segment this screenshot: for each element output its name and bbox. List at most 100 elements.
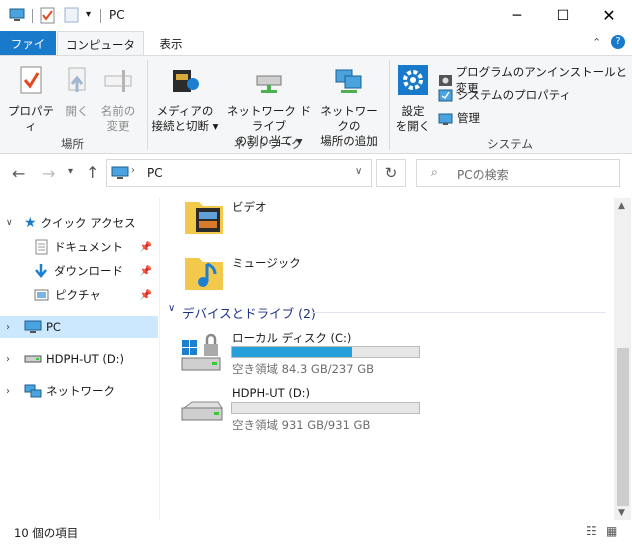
search-icon: ⌕ [431,165,438,179]
properties-icon [20,66,42,94]
map-drive-label-1: ネットワーク ドライブ [226,104,312,133]
drive-usage-fill-c [232,347,353,357]
drive-usage-bar-c [231,346,420,358]
minimize-button[interactable]: ─ [494,0,540,31]
network-location-icon [335,69,362,93]
manage-icon [438,113,453,125]
video-folder-icon [185,202,223,234]
collapse-ribbon-icon[interactable]: ⌃ [592,36,601,49]
close-button[interactable]: ✕ [586,0,632,31]
ribbon-tabs: ファイル コンピューター 表示 ⌃ ? [0,31,632,68]
settings-label-2: を開く [395,119,431,133]
group-collapse-icon[interactable]: ∨ [168,303,175,314]
system-properties-button[interactable]: システムのプロパティ [438,87,571,103]
collapse-chevron-icon[interactable]: ∨ [6,218,18,228]
pin-icon[interactable]: 📌 [140,242,152,253]
documents-icon [35,239,48,255]
network-icon [24,384,42,398]
settings-gear-icon [398,65,428,95]
expand-chevron-icon[interactable]: › [6,386,18,397]
manage-button[interactable]: 管理 [438,110,480,126]
nav-label-downloads: ダウンロード [54,264,123,278]
nav-item-downloads[interactable]: ダウンロード 📌 [0,260,158,282]
properties-button[interactable]: プロパティ [5,64,57,134]
pc-icon [24,320,42,333]
open-icon [68,67,86,92]
scroll-thumb[interactable] [617,348,629,506]
tab-view[interactable]: 表示 [148,31,194,55]
drive-item-d[interactable]: HDPH-UT (D:) 空き領域 931 GB/931 GB [178,384,428,434]
search-placeholder[interactable]: PCの検索 [457,166,509,183]
drive-icon [24,355,42,363]
back-arrow-icon[interactable]: ← [12,164,25,183]
nav-label-hdph: HDPH-UT (D:) [46,352,125,366]
title-bar: ▾ PC ─ ☐ ✕ [0,0,632,31]
refresh-button[interactable]: ↻ [376,159,406,187]
drive-name-d: HDPH-UT (D:) [232,386,311,400]
nav-item-hdph[interactable]: › HDPH-UT (D:) [0,348,158,370]
address-bar[interactable]: › PC ∨ [106,159,372,187]
recent-locations-icon[interactable]: ▾ [68,166,73,177]
system-properties-label: システムのプロパティ [457,88,571,102]
properties-qat-icon[interactable] [40,6,56,24]
help-icon[interactable]: ? [611,35,625,49]
nav-item-pictures[interactable]: ピクチャ 📌 [0,284,158,306]
group-network-label: ネットワーク [233,137,303,151]
nav-item-quick-access[interactable]: ∨ ★ クイック アクセス [0,212,158,234]
maximize-button[interactable]: ☐ [540,0,586,31]
drive-usage-bar-d [231,402,420,414]
nav-item-documents[interactable]: ドキュメント 📌 [0,236,158,258]
nav-label-pc: PC [46,320,61,334]
group-header-devices[interactable]: デバイスとドライブ (2) [182,303,316,322]
nav-item-network[interactable]: › ネットワーク [0,380,158,402]
open-label: 開く [65,104,89,118]
status-bar: 10 個の項目 ☷ ▦ [0,520,632,545]
media-label-2: 接続と切断 ▾ [151,119,219,133]
rename-label-1: 名前の [100,104,136,118]
search-box[interactable]: ⌕ PCの検索 [416,159,620,187]
item-count: 10 個の項目 [14,526,79,540]
nav-label-pictures: ピクチャ [55,288,101,302]
expand-chevron-icon[interactable]: › [6,322,18,333]
media-connect-button[interactable]: メディアの 接続と切断 ▾ [150,64,220,134]
nav-label-quick-access: クイック アクセス [40,216,136,230]
group-system-label: システム [487,137,533,151]
media-label-1: メディアの [156,104,214,118]
scroll-up-icon[interactable]: ▲ [618,201,625,211]
group-divider [312,312,606,313]
drive-item-c[interactable]: ローカル ディスク (C:) 空き領域 84.3 GB/237 GB [178,328,428,378]
settings-label-1: 設定 [401,104,425,118]
qat-dropdown-icon[interactable]: ▾ [86,9,91,20]
nav-label-network: ネットワーク [46,384,115,398]
tab-file[interactable]: ファイル [0,31,56,67]
tab-computer[interactable]: コンピューター [57,31,144,68]
drive-name-c: ローカル ディスク (C:) [232,331,352,345]
new-folder-qat-icon[interactable] [64,7,80,23]
network-drive-icon [256,75,282,93]
address-pc-icon [111,166,129,179]
large-icons-view-icon[interactable]: ▦ [606,524,617,538]
rename-button[interactable]: 名前の 変更 [98,64,138,134]
external-drive-icon [181,401,223,421]
folder-item-music[interactable]: ミュージック [182,250,382,296]
up-arrow-icon[interactable]: ↑ [86,163,99,182]
folder-item-videos[interactable]: ビデオ [182,194,382,240]
scroll-down-icon[interactable]: ▼ [618,508,625,518]
expand-chevron-icon[interactable]: › [6,354,18,365]
media-icon [173,70,199,92]
add-location-label-1: ネットワークの [320,104,378,133]
uninstall-icon [439,74,452,86]
group-location-label: 場所 [61,137,84,151]
open-settings-button[interactable]: 設定 を開く [392,64,434,134]
open-button[interactable]: 開く [59,64,95,119]
breadcrumb-chevron-icon[interactable]: › [131,165,135,176]
address-dropdown-icon[interactable]: ∨ [355,166,362,177]
pictures-icon [34,289,49,301]
pin-icon[interactable]: 📌 [140,266,152,277]
details-view-icon[interactable]: ☷ [586,524,597,538]
pin-icon[interactable]: 📌 [140,290,152,301]
address-path[interactable]: PC [147,166,163,180]
local-disk-icon [181,333,221,371]
nav-item-pc[interactable]: › PC [0,316,158,338]
forward-arrow-icon[interactable]: → [42,164,55,183]
